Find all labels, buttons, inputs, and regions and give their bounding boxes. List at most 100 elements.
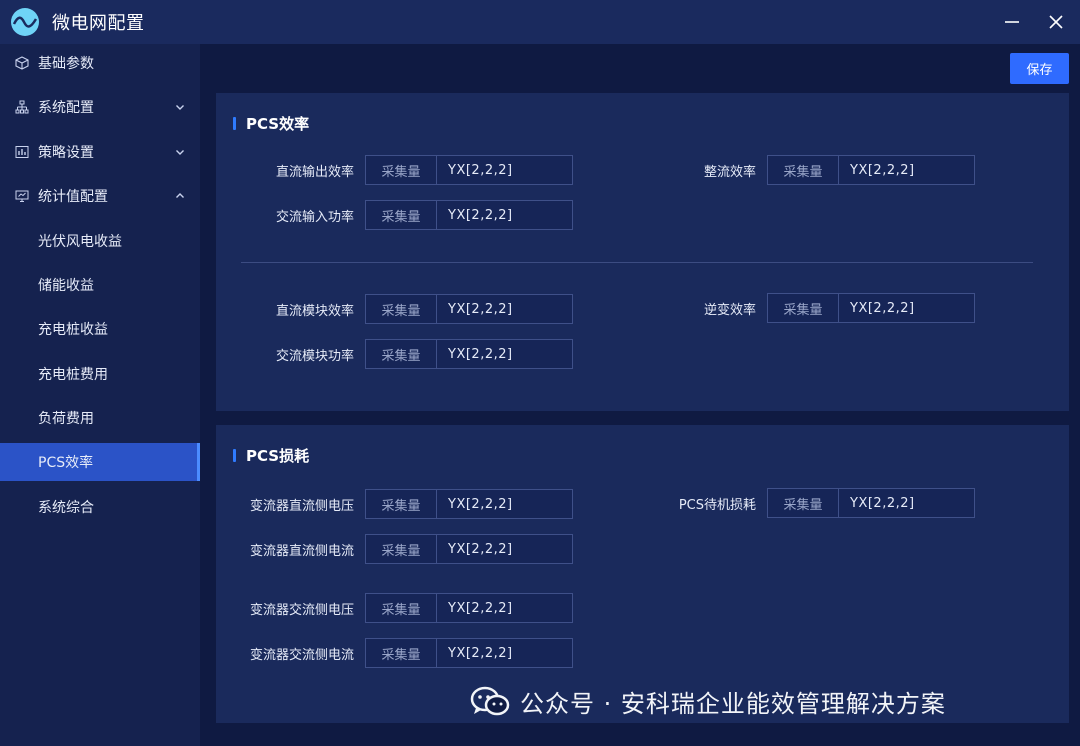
sidebar-item-label: PCS效率 [38,455,94,471]
sidebar-item-pcs-efficiency[interactable]: PCS效率 [0,443,200,481]
point-value-input[interactable]: YX[2,2,2] [437,535,572,563]
point-value-input[interactable]: YX[2,2,2] [437,490,572,518]
field-input-group: 采集量 YX[2,2,2] [767,488,975,518]
sidebar-item-label: 策略设置 [38,145,94,161]
network-icon [15,100,29,114]
monitor-icon [15,189,29,203]
field-label: 变流器直流侧电流 [249,543,354,559]
field-label: PCS待机损耗 [678,497,756,513]
point-value-input[interactable]: YX[2,2,2] [437,594,572,622]
strategy-icon [15,145,29,159]
field-row: 逆变效率 采集量 YX[2,2,2] [627,293,975,323]
source-type-select[interactable]: 采集量 [366,535,437,563]
source-type-select[interactable]: 采集量 [366,295,437,323]
sidebar-item-pv-wind-revenue[interactable]: 光伏风电收益 [0,222,200,260]
pcs-loss-panel: PCS损耗 变流器直流侧电压 采集量 YX[2,2,2] PCS待机损耗 采集量… [216,425,1069,723]
point-value-input[interactable]: YX[2,2,2] [839,156,974,184]
field-label: 变流器交流侧电流 [249,647,354,663]
sidebar-item-label: 负荷费用 [38,411,94,427]
chevron-down-icon [174,101,186,113]
title-bar: 微电网配置 [0,0,1080,44]
pcs-efficiency-panel: PCS效率 直流输出效率 采集量 YX[2,2,2] 整流效率 采集量 YX[2… [216,93,1069,411]
field-input-group: 采集量 YX[2,2,2] [365,489,573,519]
panel-title: PCS损耗 [233,445,309,466]
source-type-select[interactable]: 采集量 [366,340,437,368]
point-value-input[interactable]: YX[2,2,2] [437,295,572,323]
app-title: 微电网配置 [52,13,145,34]
source-type-select[interactable]: 采集量 [366,639,437,667]
field-input-group: 采集量 YX[2,2,2] [365,200,573,230]
field-label: 直流模块效率 [275,303,354,319]
sidebar-item-system-summary[interactable]: 系统综合 [0,488,200,526]
title-accent-bar [233,449,236,462]
point-value-input[interactable]: YX[2,2,2] [437,639,572,667]
source-type-select[interactable]: 采集量 [768,489,839,517]
source-type-select[interactable]: 采集量 [366,156,437,184]
app-logo-icon [11,8,39,36]
field-label: 逆变效率 [703,302,756,318]
sidebar-item-label: 系统综合 [38,500,94,516]
field-label: 交流模块功率 [275,348,354,364]
minimize-button[interactable] [990,0,1034,44]
field-row: 整流效率 采集量 YX[2,2,2] [627,155,975,185]
point-value-input[interactable]: YX[2,2,2] [437,156,572,184]
field-input-group: 采集量 YX[2,2,2] [365,155,573,185]
field-row: 变流器直流侧电流 采集量 YX[2,2,2] [225,534,573,564]
field-input-group: 采集量 YX[2,2,2] [365,294,573,324]
sidebar-item-label: 统计值配置 [38,189,108,205]
sidebar-item-label: 基础参数 [38,56,94,72]
source-type-select[interactable]: 采集量 [366,201,437,229]
chevron-down-icon [174,146,186,158]
point-value-input[interactable]: YX[2,2,2] [437,201,572,229]
sidebar-item-label: 储能收益 [38,278,94,294]
field-input-group: 采集量 YX[2,2,2] [365,534,573,564]
close-button[interactable] [1034,0,1078,44]
wechat-icon [470,686,510,715]
field-input-group: 采集量 YX[2,2,2] [365,593,573,623]
cube-icon [15,56,29,70]
field-input-group: 采集量 YX[2,2,2] [767,293,975,323]
sidebar-item-strategy[interactable]: 策略设置 [0,133,200,171]
field-label: 变流器直流侧电压 [249,498,354,514]
sidebar-item-label: 系统配置 [38,100,94,116]
sidebar-item-storage-revenue[interactable]: 储能收益 [0,266,200,304]
field-label: 直流输出效率 [275,164,354,180]
sidebar-item-label: 充电桩收益 [38,322,108,338]
sidebar-item-system-config[interactable]: 系统配置 [0,88,200,126]
point-value-input[interactable]: YX[2,2,2] [437,340,572,368]
point-value-input[interactable]: YX[2,2,2] [839,294,974,322]
sidebar: 基础参数 系统配置 策略设置 统计值配置 光伏风电收益 储能收益 充电桩收益 充… [0,44,200,746]
field-row: 变流器交流侧电流 采集量 YX[2,2,2] [225,638,573,668]
minimize-icon [1005,21,1019,23]
chevron-up-icon [174,190,186,202]
field-row: 变流器直流侧电压 采集量 YX[2,2,2] [225,489,573,519]
panel-title: PCS效率 [233,113,309,134]
field-row: 直流模块效率 采集量 YX[2,2,2] [225,294,573,324]
sidebar-item-charger-revenue[interactable]: 充电桩收益 [0,310,200,348]
field-input-group: 采集量 YX[2,2,2] [365,638,573,668]
sidebar-item-charger-cost[interactable]: 充电桩费用 [0,355,200,393]
watermark-text: 公众号 · 安科瑞企业能效管理解决方案 [520,690,946,718]
field-row: 交流输入功率 采集量 YX[2,2,2] [225,200,573,230]
panel-title-text: PCS效率 [246,115,310,133]
save-button[interactable]: 保存 [1010,53,1069,84]
source-type-select[interactable]: 采集量 [366,490,437,518]
field-input-group: 采集量 YX[2,2,2] [767,155,975,185]
source-type-select[interactable]: 采集量 [366,594,437,622]
main-content: 保存 PCS效率 直流输出效率 采集量 YX[2,2,2] 整流效率 采集量 Y… [200,44,1080,746]
close-icon [1049,15,1063,29]
source-type-select[interactable]: 采集量 [768,156,839,184]
watermark: 公众号 · 安科瑞企业能效管理解决方案 [470,684,946,719]
field-row: 变流器交流侧电压 采集量 YX[2,2,2] [225,593,573,623]
sidebar-item-stats-config[interactable]: 统计值配置 [0,177,200,215]
sidebar-item-load-cost[interactable]: 负荷费用 [0,399,200,437]
field-row: 交流模块功率 采集量 YX[2,2,2] [225,339,573,369]
panel-title-text: PCS损耗 [246,447,310,465]
sidebar-item-label: 光伏风电收益 [38,234,122,250]
source-type-select[interactable]: 采集量 [768,294,839,322]
title-accent-bar [233,117,236,130]
point-value-input[interactable]: YX[2,2,2] [839,489,974,517]
field-row: PCS待机损耗 采集量 YX[2,2,2] [627,488,975,518]
field-row: 直流输出效率 采集量 YX[2,2,2] [225,155,573,185]
sidebar-item-basic-params[interactable]: 基础参数 [0,44,200,82]
